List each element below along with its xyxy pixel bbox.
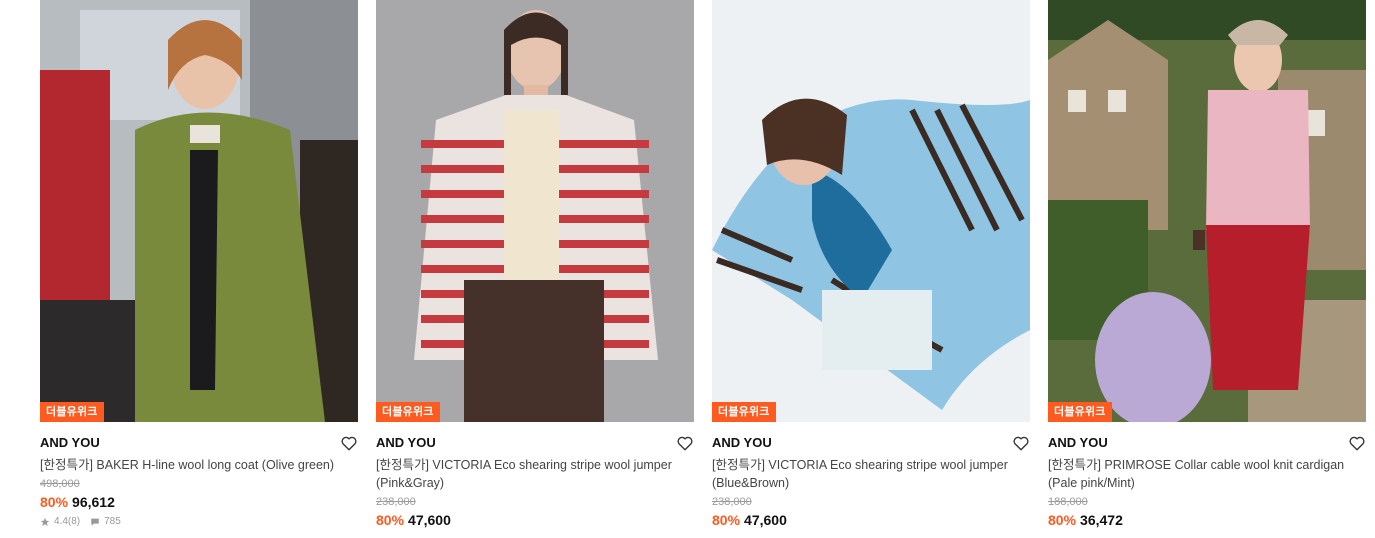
star-icon xyxy=(40,517,50,526)
brand-row: AND YOU xyxy=(376,432,694,454)
brand-name[interactable]: AND YOU xyxy=(376,432,694,454)
product-image[interactable]: 더블유위크 xyxy=(1048,0,1366,422)
product-photo xyxy=(40,0,358,422)
product-card[interactable]: 더블유위크 AND YOU [한정특가] PRIMROSE Collar cab… xyxy=(1048,0,1366,530)
discount-rate: 80% xyxy=(376,512,405,528)
product-image[interactable]: 더블유위크 xyxy=(712,0,1030,422)
likes-count: 785 xyxy=(104,516,121,527)
product-photo xyxy=(1048,0,1366,422)
promo-badge: 더블유위크 xyxy=(1048,402,1112,422)
original-price: 238,000 xyxy=(376,496,416,508)
brand-name[interactable]: AND YOU xyxy=(1048,432,1366,454)
sale-price: 36,472 xyxy=(1080,512,1123,528)
promo-badge: 더블유위크 xyxy=(40,402,104,422)
brand-name[interactable]: AND YOU xyxy=(40,432,358,454)
sale-price: 96,612 xyxy=(72,494,115,510)
price-row: 80% 36,472 xyxy=(1048,510,1366,530)
product-image[interactable]: 더블유위크 xyxy=(40,0,358,422)
product-grid: 더블유위크 AND YOU [한정특가] BAKER H-line wool l… xyxy=(0,0,1375,538)
heart-outline-icon[interactable] xyxy=(340,434,358,452)
product-title[interactable]: [한정특가] BAKER H-line wool long coat (Oliv… xyxy=(40,456,358,474)
heart-outline-icon[interactable] xyxy=(676,434,694,452)
price-row: 80% 47,600 xyxy=(712,510,1030,530)
discount-rate: 80% xyxy=(40,494,69,510)
brand-row: AND YOU xyxy=(1048,432,1366,454)
heart-outline-icon[interactable] xyxy=(1012,434,1030,452)
product-card[interactable]: 더블유위크 AND YOU [한정특가] VICTORIA Eco sheari… xyxy=(712,0,1030,530)
original-price: 238,000 xyxy=(712,496,752,508)
product-title[interactable]: [한정특가] VICTORIA Eco shearing stripe wool… xyxy=(376,456,694,492)
original-price: 498,000 xyxy=(40,478,80,490)
brand-row: AND YOU xyxy=(40,432,358,454)
product-title[interactable]: [한정특가] VICTORIA Eco shearing stripe wool… xyxy=(712,456,1030,492)
promo-badge: 더블유위크 xyxy=(376,402,440,422)
product-title[interactable]: [한정특가] PRIMROSE Collar cable wool knit c… xyxy=(1048,456,1366,492)
product-card[interactable]: 더블유위크 AND YOU [한정특가] BAKER H-line wool l… xyxy=(40,0,358,529)
discount-rate: 80% xyxy=(1048,512,1077,528)
product-photo xyxy=(712,0,1030,422)
sale-price: 47,600 xyxy=(408,512,451,528)
heart-outline-icon[interactable] xyxy=(1348,434,1366,452)
sale-price: 47,600 xyxy=(744,512,787,528)
product-card[interactable]: 더블유위크 AND YOU [한정특가] VICTORIA Eco sheari… xyxy=(376,0,694,530)
rating-text: 4.4(8) xyxy=(54,516,81,527)
brand-row: AND YOU xyxy=(712,432,1030,454)
original-price: 188,000 xyxy=(1048,496,1088,508)
product-image[interactable]: 더블유위크 xyxy=(376,0,694,422)
brand-name[interactable]: AND YOU xyxy=(712,432,1030,454)
review-meta: 4.4(8) 785 xyxy=(40,515,358,529)
comment-icon xyxy=(91,518,99,526)
discount-rate: 80% xyxy=(712,512,741,528)
product-photo xyxy=(376,0,694,422)
promo-badge: 더블유위크 xyxy=(712,402,776,422)
price-row: 80% 96,612 xyxy=(40,492,358,512)
price-row: 80% 47,600 xyxy=(376,510,694,530)
